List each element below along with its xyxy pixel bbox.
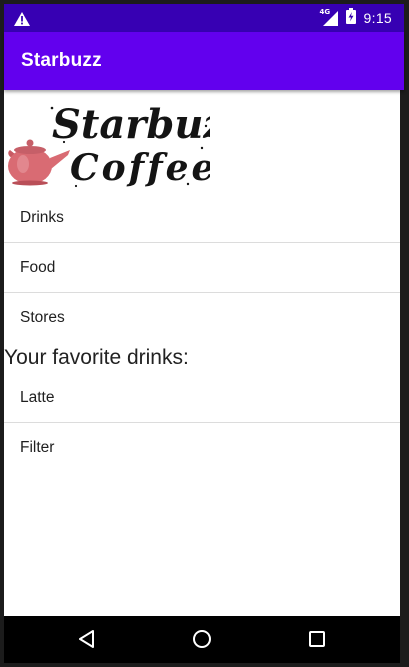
status-clock: 9:15 bbox=[363, 10, 392, 26]
status-bar: 4G 9:15 bbox=[4, 4, 404, 32]
menu-item-drinks[interactable]: Drinks bbox=[4, 193, 400, 243]
favorite-item-label: Filter bbox=[20, 439, 55, 456]
device-frame: 4G 9:15 Starbuzz Starbu Coffee Drinks Fo… bbox=[0, 0, 409, 667]
logo-text-starbuzz: Starbuzz bbox=[52, 101, 210, 148]
favorite-item-filter[interactable]: Filter bbox=[4, 423, 400, 473]
menu-item-stores[interactable]: Stores bbox=[4, 293, 400, 343]
app-title: Starbuzz bbox=[21, 50, 102, 71]
favorites-heading: Your favorite drinks: bbox=[4, 346, 189, 369]
menu-item-label: Food bbox=[20, 259, 56, 276]
menu-item-label: Stores bbox=[20, 309, 65, 326]
starbuzz-coffee-logo: Starbuzz Coffee bbox=[8, 101, 210, 188]
menu-item-label: Drinks bbox=[20, 209, 64, 226]
home-icon[interactable] bbox=[187, 624, 217, 654]
app-bar: Starbuzz bbox=[4, 32, 404, 90]
favorite-item-label: Latte bbox=[20, 389, 55, 406]
favorite-item-latte[interactable]: Latte bbox=[4, 373, 400, 423]
signal-icon: 4G bbox=[320, 8, 338, 26]
menu-item-food[interactable]: Food bbox=[4, 243, 400, 293]
back-icon[interactable] bbox=[72, 624, 102, 654]
main-content: Starbuzz Coffee Drinks Food Stores Your … bbox=[4, 90, 400, 616]
recents-icon[interactable] bbox=[302, 624, 332, 654]
logo-text-coffee: Coffee bbox=[70, 147, 210, 188]
alert-icon bbox=[14, 11, 30, 26]
battery-charging-icon bbox=[345, 8, 356, 28]
navigation-bar bbox=[4, 616, 400, 663]
